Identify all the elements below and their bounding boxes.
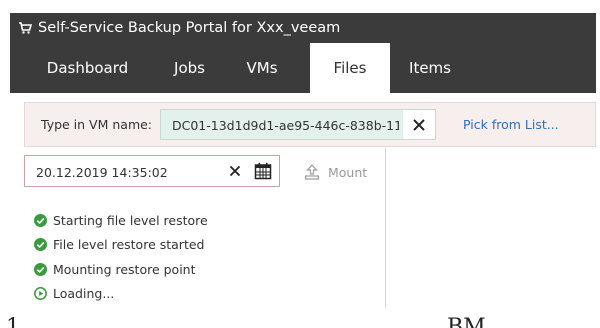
vm-name-value: DC01-13d1d9d1-ae95-446c-838b-11! (172, 118, 399, 133)
vm-name-label: Type in VM name: (41, 117, 153, 132)
vm-name-input[interactable]: DC01-13d1d9d1-ae95-446c-838b-11! (160, 109, 436, 140)
status-text: File level restore started (53, 237, 205, 253)
tab-vms[interactable]: VMs (214, 43, 310, 93)
check-circle-icon (34, 238, 47, 252)
main-tabs: Dashboard Jobs VMs Files Items (10, 43, 596, 93)
app-title-bar: Self-Service Backup Portal for Xxx_veeam (10, 13, 340, 43)
status-item: Loading... (34, 282, 208, 307)
check-circle-icon (34, 213, 47, 227)
restore-status-list: Starting file level restore File level r… (34, 208, 208, 306)
close-icon (229, 165, 241, 177)
tab-files[interactable]: Files (310, 43, 390, 93)
mount-button[interactable]: Mount (304, 164, 367, 180)
status-item: Starting file level restore (34, 208, 208, 233)
restore-point-picker[interactable]: 20.12.2019 14:35:02 (24, 155, 280, 187)
tab-jobs[interactable]: Jobs (165, 43, 214, 93)
restore-point-datetime: 20.12.2019 14:35:02 (36, 165, 168, 180)
fragment-left: 1 (6, 315, 20, 328)
tab-dashboard[interactable]: Dashboard (10, 43, 165, 93)
restore-panel: 20.12.2019 14:35:02 Mount Starting file … (24, 148, 386, 308)
mount-label: Mount (328, 164, 368, 180)
play-circle-icon (34, 287, 47, 301)
vm-clear-button[interactable] (403, 110, 435, 139)
eject-icon (304, 164, 320, 180)
calendar-icon[interactable] (254, 162, 272, 180)
vm-name-row: Type in VM name: DC01-13d1d9d1-ae95-446c… (24, 102, 596, 147)
pick-from-list-link[interactable]: Pick from List... (463, 117, 559, 132)
close-icon (413, 118, 425, 131)
status-text: Mounting restore point (53, 261, 196, 277)
status-text: Loading... (53, 286, 115, 302)
status-item: Mounting restore point (34, 257, 208, 282)
date-clear-button[interactable] (225, 161, 245, 181)
cart-icon (19, 22, 32, 34)
status-text: Starting file level restore (53, 212, 208, 228)
app-header: Self-Service Backup Portal for Xxx_veeam… (10, 13, 596, 93)
app-title: Self-Service Backup Portal for Xxx_veeam (38, 20, 341, 36)
check-circle-icon (34, 262, 47, 276)
cropped-text-fragment: 1 BM (0, 312, 600, 328)
status-item: File level restore started (34, 233, 208, 258)
tab-items[interactable]: Items (390, 43, 470, 93)
fragment-right: BM (447, 315, 486, 328)
